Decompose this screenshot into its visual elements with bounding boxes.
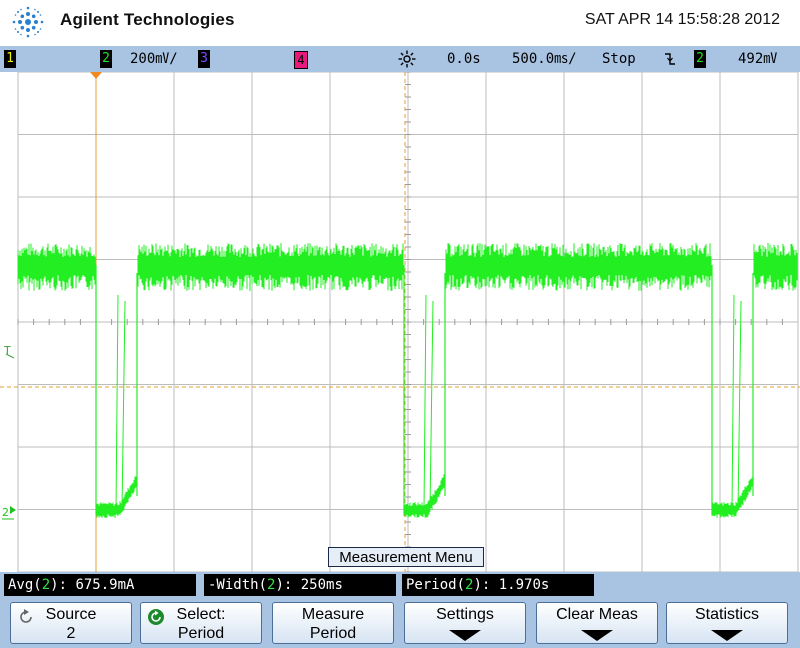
softkey-value: Period (309, 625, 357, 642)
measurement-label: -Width( (208, 577, 268, 593)
waveform-screen[interactable]: T 2 (0, 72, 800, 572)
measurement-value: ): 250ms (275, 577, 343, 593)
header: Agilent Technologies SAT APR 14 15:58:28… (0, 0, 800, 46)
softkey-label: Statistics (694, 606, 759, 623)
clear-meas-softkey[interactable]: Clear Meas (536, 602, 658, 644)
brand-name: Agilent Technologies (60, 10, 235, 29)
measurement-label: Avg( (8, 577, 42, 593)
timebase-scale: 500.0㎳/ (512, 51, 577, 67)
channel-4-indicator[interactable]: 4 (294, 51, 308, 69)
measurement-label: Period( (406, 577, 466, 593)
submenu-arrow-icon (449, 630, 481, 641)
oscilloscope-display: Agilent Technologies SAT APR 14 15:58:28… (0, 0, 800, 648)
select-softkey[interactable]: Select: Period (140, 602, 262, 644)
measurement-average: Avg(2): 675.9mA (4, 574, 196, 596)
horizontal-delay: 0.0s (447, 51, 481, 67)
measurement-value: ): 675.9mA (50, 577, 135, 593)
measurement-neg-width: -Width(2): 250ms (204, 574, 396, 596)
channel-3-indicator[interactable]: 3 (198, 50, 210, 68)
softkey-label: Source (45, 606, 97, 623)
settings-softkey[interactable]: Settings (404, 602, 526, 644)
softkey-label: Select: (176, 606, 226, 623)
measurement-value: ): 1.970s (473, 577, 550, 593)
measurement-menu-label: Measurement Menu (328, 547, 484, 567)
channel-2-scale: 200㎷/ (130, 51, 178, 67)
channel-1-indicator[interactable]: 1 (4, 50, 16, 68)
softkey-value: Period (177, 625, 225, 642)
channel-2-indicator[interactable]: 2 (100, 50, 112, 68)
submenu-arrow-icon (711, 630, 743, 641)
measurement-readout-bar: Avg(2): 675.9mA -Width(2): 250ms Period(… (0, 572, 800, 598)
trigger-level: 492㎷ (738, 51, 778, 67)
measure-softkey[interactable]: Measure Period (272, 602, 394, 644)
sun-icon (398, 50, 416, 68)
softkey-value: 2 (66, 625, 76, 642)
status-bar: 1 2 200㎷/ 3 4 0.0s 500.0㎳/ Stop 2 492㎷ (0, 46, 800, 72)
date-time: SAT APR 14 15:58:28 2012 (584, 11, 780, 28)
softkey-bar: Source 2 Select: Period Measure Period S… (0, 598, 800, 648)
waveform-plot: T 2 (0, 72, 800, 572)
agilent-spark-icon (12, 6, 44, 38)
trigger-source-indicator: 2 (694, 50, 706, 68)
statistics-softkey[interactable]: Statistics (666, 602, 788, 644)
softkey-label: Measure (301, 606, 365, 623)
measurement-period: Period(2): 1.970s (402, 574, 594, 596)
channel-2-ground-marker: 2 (2, 506, 9, 519)
softkey-label: Clear Meas (556, 606, 638, 623)
measurement-channel: 2 (41, 577, 51, 593)
submenu-arrow-icon (581, 630, 613, 641)
trigger-falling-edge-icon (665, 53, 675, 65)
source-softkey[interactable]: Source 2 (10, 602, 132, 644)
softkey-label: Settings (436, 606, 494, 623)
run-state: Stop (602, 51, 636, 67)
